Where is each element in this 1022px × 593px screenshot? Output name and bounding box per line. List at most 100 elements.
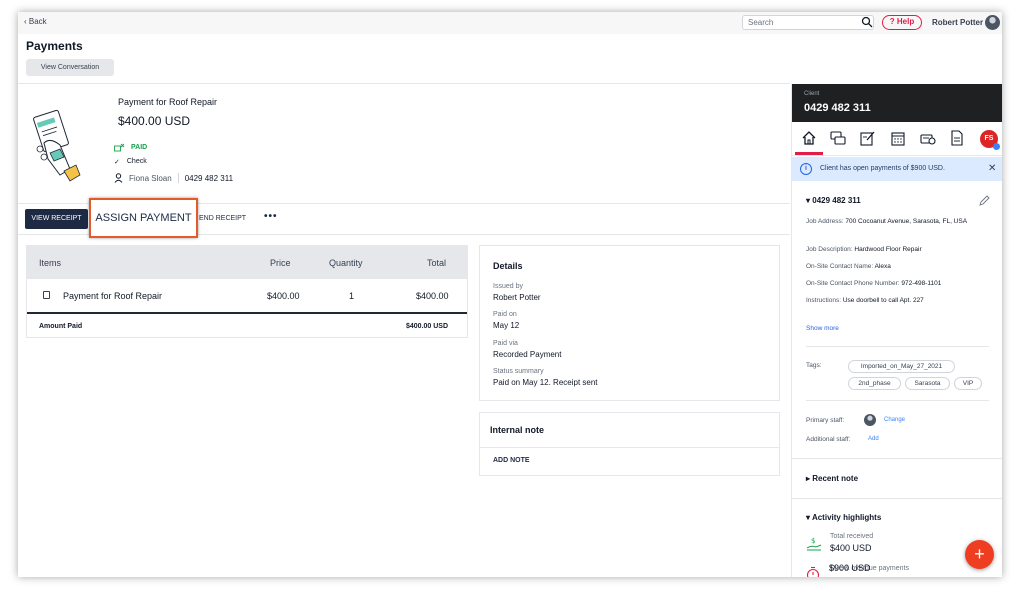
svg-text:$: $ — [811, 537, 815, 545]
more-actions-button[interactable]: ••• — [264, 211, 278, 222]
add-staff-link[interactable]: Add — [868, 436, 879, 442]
contact-phone-label: On-Site Contact Phone Number: — [806, 280, 900, 287]
open-payments-banner: i Client has open payments of $900 USD. … — [792, 157, 1002, 181]
details-title: Details — [493, 261, 523, 271]
items-table: Items Price Quantity Total Payment for R… — [26, 245, 468, 338]
money-icon — [114, 143, 125, 152]
amount-paid-row: Amount Paid $400.00 USD — [27, 316, 467, 338]
back-link[interactable]: ‹ Back — [24, 17, 47, 26]
instructions-label: Instructions: — [806, 297, 842, 304]
status-summary-label: Status summary — [493, 368, 544, 375]
client-row: Fiona Sloan 0429 482 311 — [114, 173, 233, 183]
banner-message: Client has open payments of $900 USD. — [820, 165, 945, 172]
activity-title: Activity highlights — [811, 513, 882, 522]
document-icon[interactable] — [949, 130, 965, 146]
instructions: Instructions: Use doorbell to call Apt. … — [806, 296, 991, 306]
details-card: Details Issued by Robert Potter Paid on … — [479, 245, 780, 401]
job-address-label: Job Address: — [806, 218, 844, 225]
client-label: Client — [804, 91, 820, 97]
total-received-value: $400 USD — [830, 543, 872, 553]
change-staff-link[interactable]: Change — [884, 417, 905, 423]
client-header: Client 0429 482 311 — [792, 84, 1002, 122]
item-quantity: 1 — [349, 291, 355, 301]
document-icon — [43, 291, 50, 299]
item-name: Payment for Roof Repair — [63, 291, 163, 301]
total-received-label: Total received — [830, 533, 874, 540]
primary-staff-label: Primary staff: — [806, 417, 845, 424]
close-icon[interactable]: ✕ — [988, 163, 996, 174]
recent-note-title: Recent note — [812, 474, 859, 483]
divider — [806, 346, 989, 347]
internal-note-card: Internal note ADD NOTE — [479, 412, 780, 476]
paid-via-value: Recorded Payment — [493, 350, 562, 359]
contact-name: On-Site Contact Name: Alexa — [806, 262, 991, 272]
search-icon[interactable] — [861, 16, 873, 28]
item-price: $400.00 — [267, 291, 300, 301]
amount-paid-value: $400.00 USD — [406, 323, 449, 330]
money-hand-icon: $ — [806, 537, 822, 551]
help-label: Help — [896, 17, 915, 26]
contact-phone-value: 972-498-1101 — [901, 280, 942, 287]
divider — [792, 458, 1002, 459]
job-title-text: 0429 482 311 — [812, 196, 861, 205]
issued-by-value: Robert Potter — [493, 293, 541, 302]
assign-payment-button[interactable]: ASSIGN PAYMENT — [89, 198, 198, 238]
divider — [480, 447, 779, 448]
edit-form-icon[interactable] — [860, 130, 876, 146]
view-conversation-button[interactable]: View Conversation — [26, 59, 114, 76]
payments-icon[interactable] — [920, 130, 936, 146]
show-more-link[interactable]: Show more — [806, 325, 839, 332]
amount-paid-label: Amount Paid — [39, 323, 83, 330]
info-icon: i — [800, 163, 812, 175]
back-label: Back — [28, 17, 47, 26]
client-phone-heading[interactable]: 0429 482 311 — [804, 102, 871, 114]
add-note-button[interactable]: ADD NOTE — [493, 457, 530, 464]
user-name[interactable]: Robert Potter — [932, 18, 983, 27]
view-receipt-button[interactable]: VIEW RECEIPT — [25, 209, 88, 229]
send-receipt-button[interactable]: END RECEIPT — [199, 215, 246, 222]
help-button[interactable]: ? Help — [882, 15, 922, 30]
item-total: $400.00 — [416, 291, 449, 301]
home-icon[interactable] — [801, 130, 817, 146]
status-row: PAID — [114, 143, 147, 152]
top-bar: ‹ Back Search ? Help Robert Potter — [18, 12, 1002, 34]
additional-staff-label: Additional staff: — [806, 436, 851, 443]
job-address-value: 700 Cocoanut Avenue, Sarasota, FL, USA — [845, 218, 968, 225]
column-header-quantity: Quantity — [329, 258, 363, 268]
due-payments-value: $900 USD — [829, 563, 871, 573]
job-address: Job Address: 700 Cocoanut Avenue, Saraso… — [806, 217, 991, 227]
column-header-total: Total — [427, 258, 447, 268]
activity-toggle[interactable]: ▾ Activity highlights — [806, 513, 881, 522]
checkmark-icon: ✓ — [114, 159, 120, 166]
contact-name-label: On-Site Contact Name: — [806, 263, 874, 270]
recent-note-toggle[interactable]: ▸ Recent note — [806, 474, 858, 483]
search-input[interactable]: Search — [742, 15, 874, 30]
add-fab-button[interactable]: + — [965, 540, 994, 569]
payment-amount: $400.00 USD — [118, 114, 191, 128]
tag-chip[interactable]: Imported_on_May_27_2021 — [848, 360, 955, 373]
table-row[interactable]: Payment for Roof Repair $400.00 1 $400.0… — [27, 279, 467, 314]
issued-by-label: Issued by — [493, 283, 523, 290]
chat-icon[interactable] — [830, 130, 846, 146]
user-avatar[interactable] — [985, 15, 1000, 30]
active-tab-indicator — [795, 152, 823, 155]
column-header-items: Items — [39, 258, 62, 268]
tag-chip[interactable]: Sarasota — [905, 377, 950, 390]
app-window: ‹ Back Search ? Help Robert Potter Payme… — [18, 12, 1002, 577]
client-name[interactable]: Fiona Sloan — [129, 174, 172, 183]
staff-avatar[interactable] — [864, 414, 876, 426]
internal-note-title: Internal note — [490, 425, 545, 435]
job-title[interactable]: ▾ 0429 482 311 — [806, 196, 861, 205]
table-header: Items Price Quantity Total — [27, 246, 467, 279]
panel-tabs: FS — [792, 122, 1002, 156]
client-phone[interactable]: 0429 482 311 — [185, 174, 233, 183]
tag-chip[interactable]: 2nd_phase — [848, 377, 901, 390]
tag-chip[interactable]: VIP — [954, 377, 982, 390]
client-side-panel: Client 0429 482 311 FS i Client has open… — [791, 84, 1002, 577]
pencil-icon[interactable] — [979, 195, 990, 206]
status-summary-value: Paid on May 12. Receipt sent — [493, 378, 598, 387]
contact-name-value: Alexa — [874, 263, 891, 270]
column-header-price: Price — [270, 258, 291, 268]
method-row: ✓ Check — [114, 158, 147, 166]
calendar-icon[interactable] — [890, 130, 906, 146]
